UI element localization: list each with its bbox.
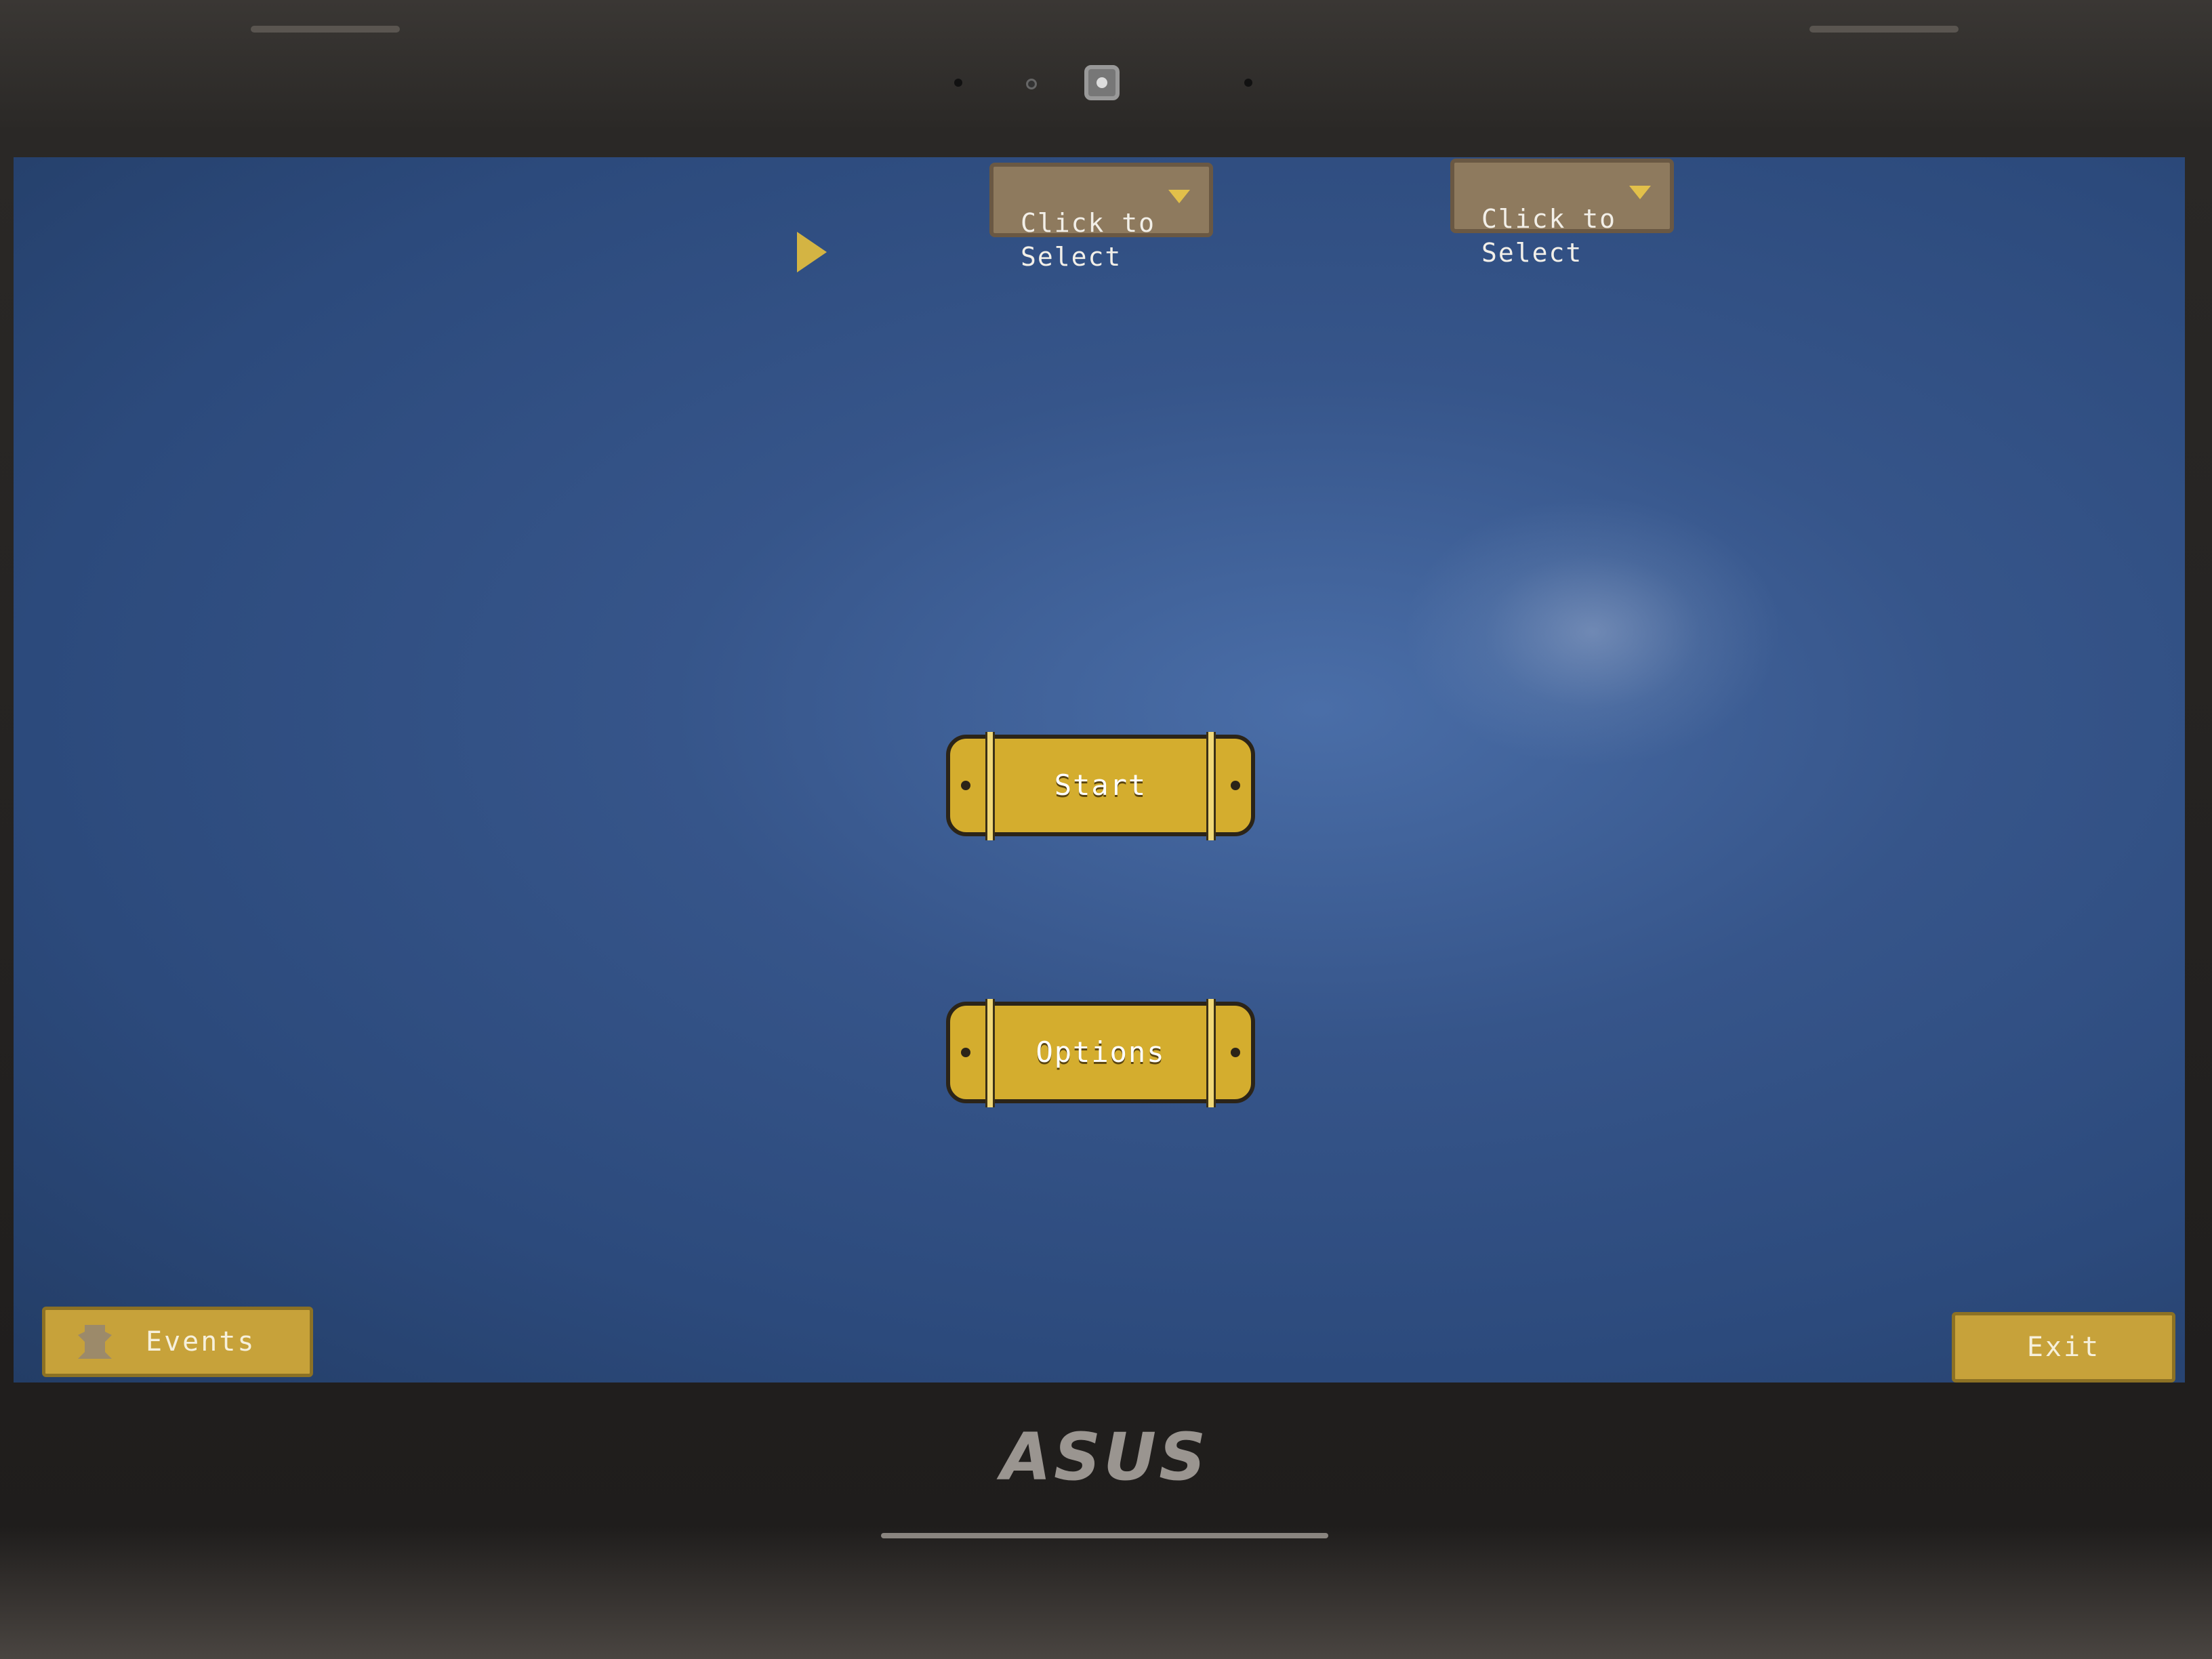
webcam-lens <box>1097 77 1107 88</box>
sensor-dot <box>1026 79 1037 89</box>
button-strap <box>1206 732 1216 840</box>
button-rivet <box>1231 1048 1240 1057</box>
mouse-cursor-icon <box>797 232 827 272</box>
exit-button[interactable]: Exit <box>1952 1312 2175 1382</box>
brand-logo: ASUS <box>1000 1419 1209 1495</box>
sensor-dot <box>1244 79 1252 87</box>
start-button[interactable]: Start <box>946 732 1255 840</box>
button-rivet <box>1231 781 1240 790</box>
select-dropdown-1[interactable]: Click to Select <box>989 163 1213 272</box>
button-strap <box>985 999 995 1107</box>
button-rivet <box>961 781 970 790</box>
events-label: Events <box>146 1326 256 1357</box>
exit-label: Exit <box>2026 1332 2101 1363</box>
start-label: Start <box>1054 769 1147 802</box>
game-screen: Click to Select Click to Select Start Op… <box>14 157 2185 1382</box>
dropdown-label: Click to Select <box>1481 204 1617 268</box>
bear-icon <box>78 1325 112 1359</box>
laptop-bezel: Click to Select Click to Select Start Op… <box>0 0 2212 1659</box>
webcam-icon <box>1084 65 1120 100</box>
button-strap <box>985 732 995 840</box>
sensor-dot <box>954 79 962 87</box>
events-button[interactable]: Events <box>42 1307 313 1377</box>
hinge-line <box>881 1533 1328 1538</box>
options-label: Options <box>1036 1036 1166 1069</box>
chevron-down-icon <box>1629 186 1651 199</box>
button-rivet <box>961 1048 970 1057</box>
bezel-edge-left <box>251 26 400 33</box>
bezel-edge-right <box>1809 26 1959 33</box>
select-dropdown-2[interactable]: Click to Select <box>1450 159 1674 268</box>
dropdown-label: Click to Select <box>1021 208 1156 272</box>
screen-glare <box>1403 496 1782 767</box>
chevron-down-icon <box>1168 190 1190 203</box>
options-button[interactable]: Options <box>946 999 1255 1107</box>
button-strap <box>1206 999 1216 1107</box>
